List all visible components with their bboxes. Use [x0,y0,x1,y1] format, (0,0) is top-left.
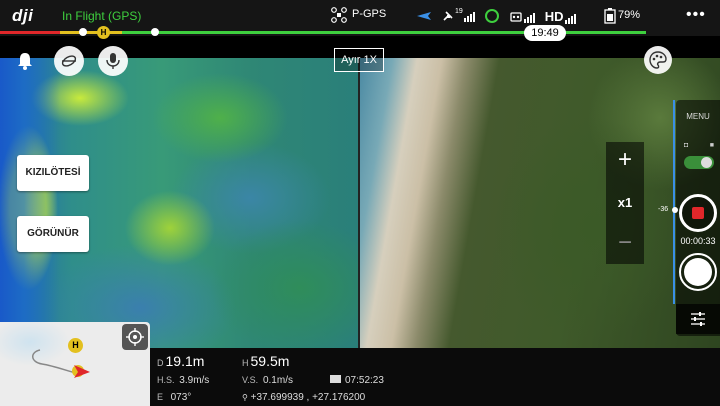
record-stop-icon [692,207,704,219]
heading-label: E [157,392,164,402]
battery-icon[interactable] [604,8,616,24]
video-link[interactable]: HD [545,9,576,24]
crosshair-icon [126,328,144,346]
zoom-in-button[interactable]: + [606,142,644,180]
zoom-level[interactable]: x1 [606,184,644,222]
timeline-low-segment [60,31,122,34]
infrared-button[interactable]: KIZILÖTESİ [17,155,89,191]
coordinates-value: +37.699939 , +27.176200 [250,392,366,403]
rc-signal[interactable] [509,9,535,23]
map-home-marker: H [68,338,83,353]
flight-time-readout: 07:52:23 [330,375,384,386]
heading-value: 073° [170,392,192,403]
split-divider [358,58,360,348]
camera-menu-button[interactable]: MENU [676,112,720,121]
horizontal-speed-readout: H.S. 3.9m/s [157,375,209,386]
mode-toggle-knob [701,157,712,168]
gps-sat-count: 19 [455,8,463,15]
coordinates-readout: ⚲ +37.699939 , +27.176200 [242,392,365,403]
timeline-home-marker: H [97,26,110,39]
timeline-marker [79,28,87,36]
visible-view[interactable] [360,58,720,348]
vertical-speed-readout: V.S. 0.1m/s [242,375,293,386]
microphone-button[interactable] [98,46,128,76]
thermal-shoreline [0,58,60,348]
more-dots-icon[interactable]: ••• [686,6,706,24]
distance-label: D [157,358,164,368]
dji-logo[interactable]: dji [12,6,33,26]
remaining-flight-time: 19:49 [524,25,566,41]
timeline-critical-segment [0,31,60,34]
aircraft-icon [331,7,347,23]
photo-mode-icon: ◘ [684,142,689,149]
airplane-icon[interactable] [416,9,432,23]
video-mode-icon: ■ [709,142,714,149]
hd-label: HD [544,8,564,24]
telemetry-bar[interactable] [150,348,720,406]
timeline-marker [151,28,159,36]
hs-value: 3.9m/s [179,375,210,386]
flight-status[interactable]: In Flight (GPS) [62,9,141,23]
hs-label: H.S. [157,375,175,385]
height-label: H [242,358,249,368]
ev-slider[interactable] [673,100,675,304]
vision-system-icon[interactable] [484,9,499,23]
distance-value: 19.1m [165,353,205,369]
height-readout: H 59.5m [242,353,289,369]
photo-video-switch[interactable]: ◘ ■ [684,142,714,154]
thermal-view[interactable] [0,58,360,348]
shutter-icon [684,258,712,286]
ev-slider-handle[interactable] [672,207,678,213]
clock-icon [330,375,341,383]
visible-button[interactable]: GÖRÜNÜR [17,216,89,252]
zoom-out-button[interactable]: − [606,228,644,262]
gimbal-icon [61,55,77,67]
satellite-icon [443,11,453,21]
vs-label: V.S. [242,375,259,385]
height-value: 59.5m [250,353,290,369]
distance-readout: D 19.1m [157,353,204,369]
camera-settings-button[interactable] [676,304,720,334]
positioning-mode[interactable]: P-GPS [352,8,386,20]
gimbal-button[interactable] [54,46,84,76]
map-locate-button[interactable] [122,324,148,350]
heading-readout: E 073° [157,392,191,403]
status-icons: 19 HD [416,6,576,26]
flight-time-value: 07:52:23 [345,375,384,386]
palette-icon [649,51,667,69]
gps-signal[interactable]: 19 [442,8,475,22]
ev-value: -36 [658,206,669,213]
microphone-icon [106,53,120,69]
lens-split-button[interactable]: Ayır 1X [334,48,384,72]
timeline-remaining-segment [122,31,646,34]
remote-controller-icon [510,12,522,22]
record-time: 00:00:33 [680,236,716,246]
dji-fly-camera-view: dji In Flight (GPS) P-GPS 19 HD 79% ••• … [0,0,720,406]
palette-button[interactable] [644,46,672,74]
sliders-icon [691,312,705,326]
vs-value: 0.1m/s [262,375,293,386]
location-pin-icon: ⚲ [242,393,248,402]
map-aircraft-icon [72,365,90,378]
battery-percent: 79% [618,9,641,21]
bell-icon[interactable] [14,50,36,72]
